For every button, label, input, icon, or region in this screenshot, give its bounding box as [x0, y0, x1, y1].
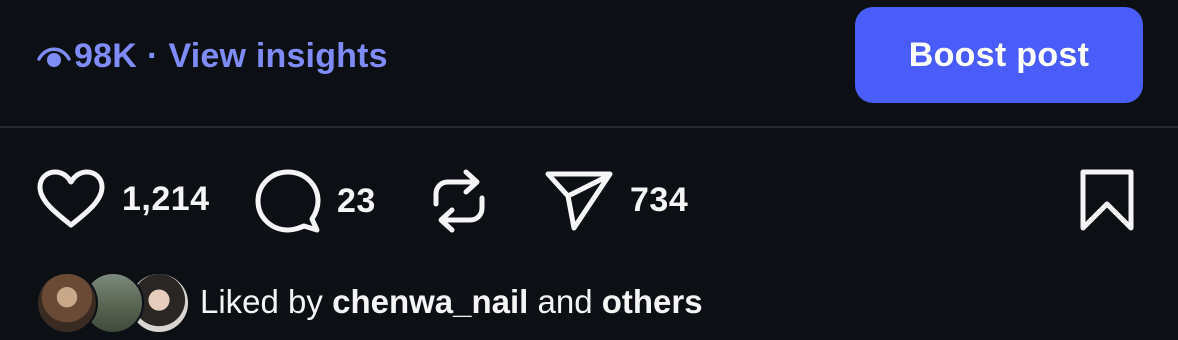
- send-icon: [545, 171, 613, 231]
- liked-by-connector: and: [537, 283, 593, 320]
- liked-by-row[interactable]: Liked by chenwa_nail and others: [36, 270, 703, 334]
- insights-row[interactable]: 98K · View insights: [36, 32, 388, 80]
- heart-icon: [37, 169, 105, 228]
- post-footer: 98K · View insights Boost post 1,214 23: [0, 0, 1178, 340]
- like-button[interactable]: 1,214: [36, 168, 210, 230]
- save-button[interactable]: [1078, 168, 1136, 232]
- comment-count: 23: [337, 181, 376, 220]
- share-button[interactable]: 734: [544, 168, 688, 232]
- repost-icon: [433, 169, 485, 233]
- comment-icon: [255, 169, 321, 233]
- eye-icon: [37, 47, 71, 67]
- avatar-stack[interactable]: [36, 270, 190, 334]
- liked-by-prefix: Liked by: [200, 283, 323, 320]
- comment-button[interactable]: 23: [255, 168, 376, 234]
- bookmark-icon: [1080, 169, 1134, 231]
- liked-by-username[interactable]: chenwa_nail: [332, 283, 528, 320]
- like-count: 1,214: [122, 179, 210, 218]
- share-count: 734: [630, 180, 689, 219]
- boost-post-button[interactable]: Boost post: [855, 7, 1143, 103]
- liked-by-text: Liked by chenwa_nail and others: [200, 283, 703, 321]
- repost-button[interactable]: [428, 166, 490, 236]
- avatar: [36, 272, 98, 334]
- views-count: 98K: [74, 36, 137, 75]
- action-bar: 1,214 23 734: [0, 160, 1178, 240]
- separator-dot: ·: [146, 36, 159, 75]
- divider: [0, 126, 1178, 128]
- liked-by-others[interactable]: others: [602, 283, 703, 320]
- view-insights-link[interactable]: View insights: [169, 37, 388, 76]
